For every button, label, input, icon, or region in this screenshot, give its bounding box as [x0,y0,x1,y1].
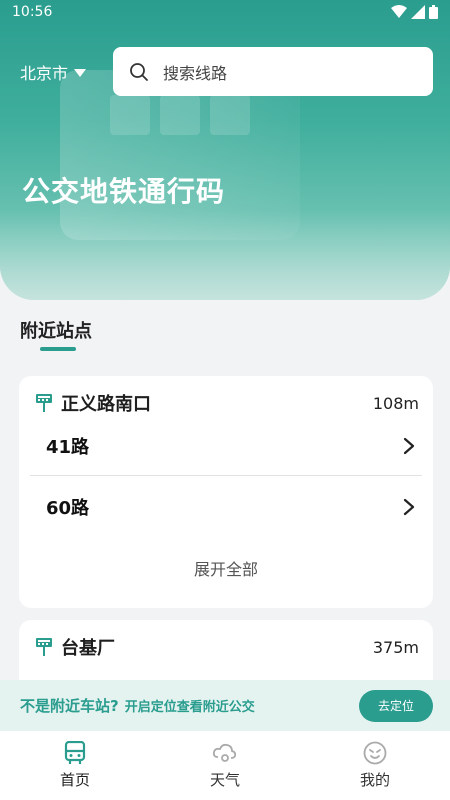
divider [30,475,422,476]
location-question: 不是附近车站? [20,697,119,715]
stop-header[interactable]: 台基厂 375m [35,634,419,660]
nav-item-home[interactable]: 首页 [0,731,150,800]
hero-title: 公交地铁通行码 [22,175,226,208]
smiley-icon [363,741,387,765]
wifi-icon [391,5,407,18]
status-time: 10:56 [12,4,53,20]
chevron-right-icon [403,498,415,516]
bus-stop-icon [36,638,52,656]
expand-all-button[interactable]: 展开全部 [19,556,433,580]
chevron-right-icon [403,437,415,455]
route-name: 41路 [46,437,90,458]
status-bar: 10:56 [0,0,450,24]
search-icon [130,62,148,81]
stop-distance: 375m [372,637,419,657]
location-hint: 开启定位查看附近公交 [124,700,255,715]
nav-label: 天气 [209,771,240,789]
road-illustration [0,210,450,300]
city-label: 北京市 [20,64,69,83]
nav-item-weather[interactable]: 天气 [150,731,300,800]
stop-distance: 108m [372,393,419,413]
section-underline [40,347,76,351]
search-placeholder: 搜索线路 [163,63,228,83]
nav-item-profile[interactable]: 我的 [300,731,450,800]
stop-name: 台基厂 [61,638,115,659]
route-name: 60路 [46,498,90,519]
stop-name: 正义路南口 [61,394,151,415]
bus-window [160,95,200,135]
location-banner: 不是附近车站? 开启定位查看附近公交 去定位 [0,680,450,731]
status-icons [391,5,438,19]
bus-stop-icon [36,394,52,412]
section-title: 附近站点 [20,321,92,342]
nav-label: 我的 [359,771,390,789]
battery-icon [429,5,438,19]
search-input[interactable]: 搜索线路 [113,47,433,96]
bus-window [210,95,250,135]
weather-icon [212,743,237,762]
bottom-nav: 首页 天气 我的 [0,731,450,800]
stop-header[interactable]: 正义路南口 108m [35,390,419,416]
caret-down-icon [74,69,87,77]
city-selector[interactable]: 北京市 [20,60,87,84]
bus-window [110,95,150,135]
route-row[interactable]: 60路 [19,487,433,527]
route-row[interactable]: 41路 [19,426,433,466]
nav-label: 首页 [59,771,90,789]
bus-icon [64,741,86,764]
enable-location-button[interactable]: 去定位 [359,689,433,722]
signal-icon [411,5,425,19]
stop-card: 正义路南口 108m 41路 60路 展开全部 [19,376,433,608]
hero-banner [0,0,450,300]
